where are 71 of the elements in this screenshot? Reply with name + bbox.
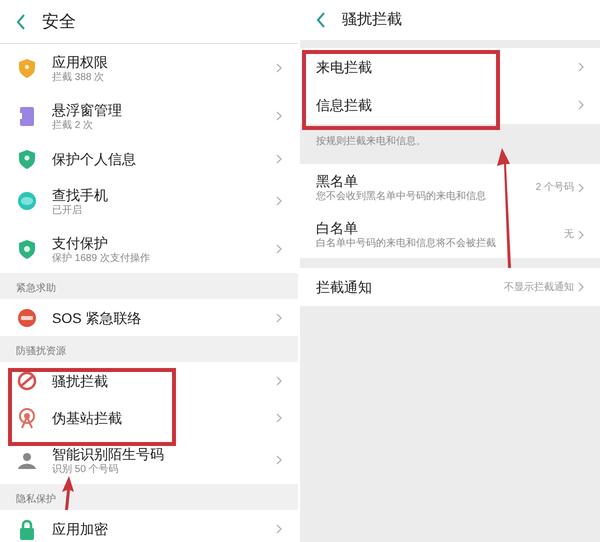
- settings-row[interactable]: 白名单 白名单中号码的来电和信息将不会被拦截 无: [300, 211, 600, 258]
- chevron-icon: [578, 100, 584, 110]
- row-value: 2 个号码: [536, 181, 574, 195]
- arrow: [62, 476, 74, 510]
- settings-row[interactable]: 悬浮窗管理 拦截 2 次: [0, 92, 298, 140]
- row-subtitle: 拦截 388 次: [52, 70, 106, 84]
- row-title: 查找手机: [52, 186, 109, 204]
- chevron-icon: [276, 524, 282, 534]
- chevron-icon: [276, 312, 282, 322]
- row-title: 来电拦截: [316, 58, 373, 76]
- settings-row[interactable]: 保护个人信息: [0, 140, 298, 177]
- row-title: 应用权限: [52, 52, 109, 70]
- row-title: 信息拦截: [316, 96, 373, 114]
- row-title: 智能识别陌生号码: [52, 444, 165, 462]
- shield-icon: [16, 148, 38, 170]
- row-value: 无: [564, 228, 574, 242]
- row-title: 悬浮窗管理: [52, 100, 123, 118]
- settings-row[interactable]: 信息拦截: [300, 86, 600, 124]
- settings-row[interactable]: 来电拦截: [300, 48, 600, 86]
- screen-title: 安全: [42, 10, 76, 33]
- row-title: 拦截通知: [316, 278, 373, 296]
- chevron-icon: [578, 282, 584, 292]
- row-title: 保护个人信息: [52, 150, 137, 168]
- footnote: 按规则拦截来电和信息。: [316, 136, 426, 147]
- row-subtitle: 识别 50 个号码: [52, 462, 120, 476]
- row-title: 伪基站拦截: [52, 408, 123, 426]
- globe-icon: [16, 190, 38, 212]
- settings-row[interactable]: SOS 紧急联络: [0, 299, 298, 336]
- section-header: 防骚扰资源: [16, 344, 66, 359]
- chevron-icon: [276, 196, 282, 206]
- settings-row[interactable]: 黑名单 您不会收到黑名单中号码的来电和信息 2 个号码: [300, 164, 600, 211]
- row-title: 白名单: [316, 219, 359, 237]
- row-title: 应用加密: [52, 520, 109, 538]
- chevron-icon: [276, 111, 282, 121]
- back-icon[interactable]: [316, 12, 326, 28]
- settings-row[interactable]: 查找手机 已开启: [0, 177, 298, 225]
- settings-row[interactable]: 骚扰拦截: [0, 362, 298, 399]
- chevron-icon: [578, 230, 584, 240]
- row-value: 不显示拦截通知: [504, 280, 574, 294]
- row-title: 黑名单: [316, 172, 359, 190]
- section-header: 紧急求助: [16, 282, 56, 296]
- settings-row[interactable]: 拦截通知 不显示拦截通知: [300, 268, 600, 306]
- sos-icon: [16, 306, 38, 328]
- chevron-icon: [578, 62, 584, 72]
- row-subtitle: 拦截 2 次: [52, 118, 94, 132]
- row-subtitle: 已开启: [52, 204, 83, 216]
- chevron-icon: [578, 182, 584, 192]
- section-header: 隐私保护: [16, 492, 56, 507]
- chevron-icon: [276, 244, 282, 254]
- chevron-icon: [276, 63, 282, 73]
- settings-row[interactable]: 伪基站拦截: [0, 399, 298, 436]
- chevron-icon: [276, 455, 282, 465]
- settings-row[interactable]: 应用加密: [0, 510, 298, 542]
- row-title: 支付保护: [52, 234, 109, 252]
- chevron-icon: [276, 376, 282, 386]
- row-subtitle: 保护 1689 次支付操作: [52, 252, 151, 264]
- shield-icon: [16, 238, 38, 260]
- chevron-icon: [276, 412, 282, 422]
- back-icon[interactable]: [16, 14, 26, 30]
- row-title: SOS 紧急联络: [52, 308, 142, 326]
- row-subtitle: 白名单中号码的来电和信息将不会被拦截: [316, 237, 497, 250]
- row-subtitle: 您不会收到黑名单中号码的来电和信息: [316, 190, 487, 203]
- settings-row[interactable]: 应用权限 拦截 388 次: [0, 44, 298, 92]
- shield-icon: [16, 57, 38, 79]
- row-title: 骚扰拦截: [52, 372, 109, 390]
- block-icon: [16, 370, 38, 392]
- antenna-icon: [16, 406, 38, 428]
- screen-title: 骚扰拦截: [342, 10, 402, 30]
- settings-row[interactable]: 智能识别陌生号码 识别 50 个号码: [0, 436, 298, 484]
- chevron-icon: [276, 154, 282, 164]
- settings-row[interactable]: 支付保护 保护 1689 次支付操作: [0, 225, 298, 273]
